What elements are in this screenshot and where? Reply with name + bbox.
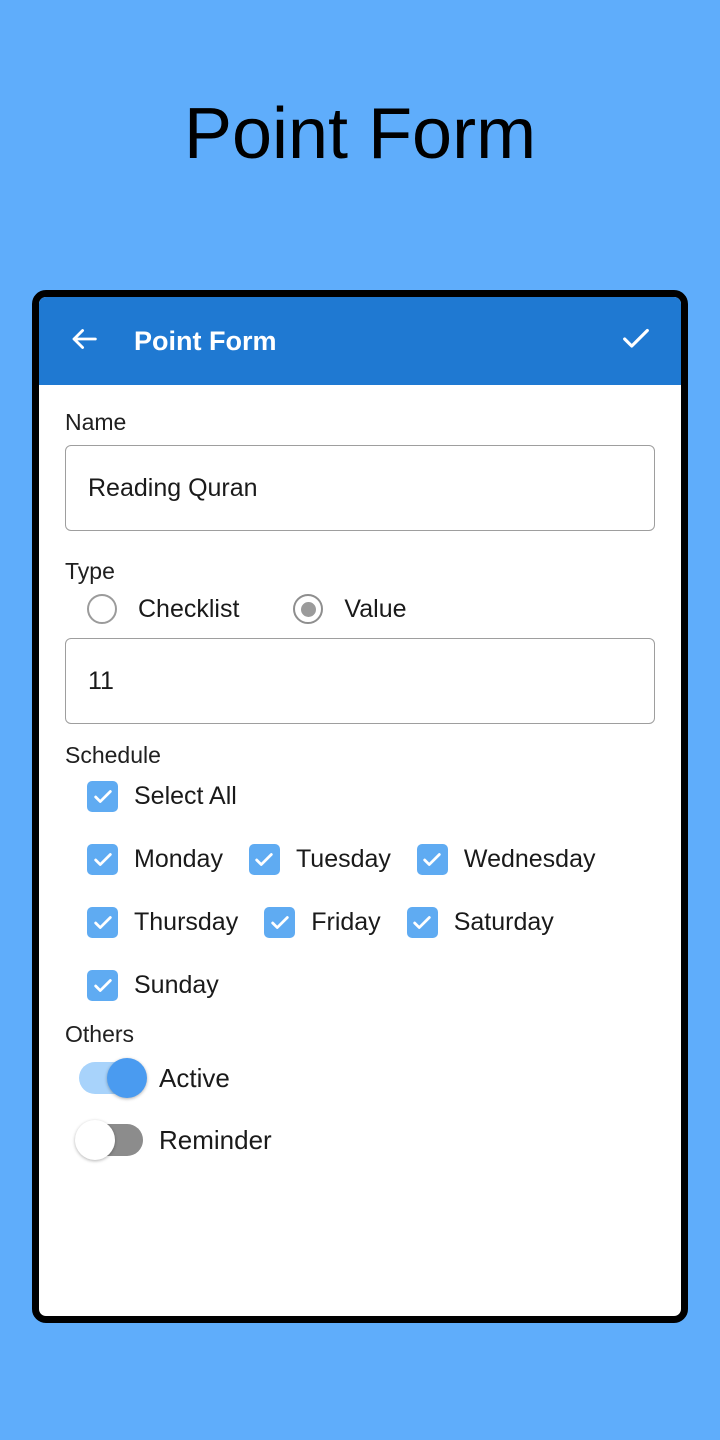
checkbox-checked-icon bbox=[87, 844, 118, 875]
value-input[interactable]: 11 bbox=[65, 638, 655, 724]
save-button[interactable] bbox=[613, 318, 659, 364]
select-all-row: Select All bbox=[65, 781, 655, 832]
checkbox-label-thursday: Thursday bbox=[134, 908, 239, 936]
checkbox-label-select-all: Select All bbox=[134, 782, 237, 810]
toggle-thumb bbox=[107, 1058, 147, 1098]
radio-checked-icon bbox=[293, 594, 324, 624]
checkbox-checked-icon bbox=[87, 970, 118, 1001]
form-body: Name Reading Quran Type Checklist Value … bbox=[39, 385, 681, 1160]
toggle-row-reminder[interactable]: Reminder bbox=[75, 1120, 655, 1160]
checkbox-checked-icon bbox=[264, 907, 296, 938]
toggle-switch-reminder[interactable] bbox=[75, 1120, 143, 1160]
days-row-1: Monday Tuesday Wednesday bbox=[65, 844, 655, 895]
toggle-thumb bbox=[75, 1120, 115, 1160]
checkbox-checked-icon bbox=[248, 844, 280, 875]
checkbox-checked-icon bbox=[87, 907, 118, 938]
name-input[interactable]: Reading Quran bbox=[65, 445, 655, 531]
checkbox-item-monday[interactable]: Monday bbox=[65, 844, 223, 875]
toggle-label-reminder: Reminder bbox=[159, 1124, 272, 1155]
checkbox-item-select-all[interactable]: Select All bbox=[65, 781, 237, 812]
others-label: Others bbox=[65, 1021, 135, 1047]
app-bar-title: Point Form bbox=[134, 325, 277, 356]
toggle-switch-active[interactable] bbox=[79, 1058, 147, 1098]
arrow-left-icon bbox=[67, 322, 101, 361]
checkbox-label-monday: Monday bbox=[134, 845, 223, 873]
checkbox-checked-icon bbox=[406, 907, 438, 938]
checkbox-label-friday: Friday bbox=[311, 908, 381, 936]
check-icon bbox=[619, 322, 653, 361]
radio-label-value: Value bbox=[344, 594, 407, 623]
checkbox-label-tuesday: Tuesday bbox=[295, 845, 391, 873]
name-label: Name bbox=[65, 409, 127, 435]
checkbox-label-saturday: Saturday bbox=[453, 908, 554, 936]
type-radio-group: Checklist Value bbox=[65, 594, 655, 624]
checkbox-item-wednesday[interactable]: Wednesday bbox=[416, 844, 596, 875]
toggle-label-active: Active bbox=[159, 1062, 230, 1093]
back-button[interactable] bbox=[61, 318, 107, 364]
app-bar: Point Form bbox=[39, 297, 681, 385]
page-title: Point Form bbox=[183, 94, 537, 174]
checkbox-checked-icon bbox=[87, 781, 118, 812]
toggle-row-active[interactable]: Active bbox=[79, 1058, 655, 1098]
type-label: Type bbox=[65, 558, 115, 584]
checkbox-item-saturday[interactable]: Saturday bbox=[406, 907, 554, 938]
checkbox-item-thursday[interactable]: Thursday bbox=[65, 907, 238, 938]
checkbox-item-friday[interactable]: Friday bbox=[264, 907, 381, 938]
checkbox-item-sunday[interactable]: Sunday bbox=[65, 970, 219, 1001]
phone-frame: Point Form Name Reading Quran Type Check… bbox=[32, 290, 688, 1323]
checkbox-checked-icon bbox=[416, 844, 448, 875]
checkbox-item-tuesday[interactable]: Tuesday bbox=[248, 844, 391, 875]
checkbox-label-wednesday: Wednesday bbox=[463, 845, 596, 873]
checkbox-label-sunday: Sunday bbox=[134, 971, 219, 999]
schedule-label: Schedule bbox=[65, 742, 161, 768]
radio-unchecked-icon bbox=[87, 594, 117, 624]
days-row-2: Thursday Friday Saturday bbox=[65, 907, 655, 958]
radio-option-value[interactable]: Value bbox=[271, 594, 407, 624]
radio-label-checklist: Checklist bbox=[138, 594, 240, 623]
radio-option-checklist[interactable]: Checklist bbox=[65, 594, 239, 624]
days-row-3: Sunday bbox=[65, 970, 655, 1021]
